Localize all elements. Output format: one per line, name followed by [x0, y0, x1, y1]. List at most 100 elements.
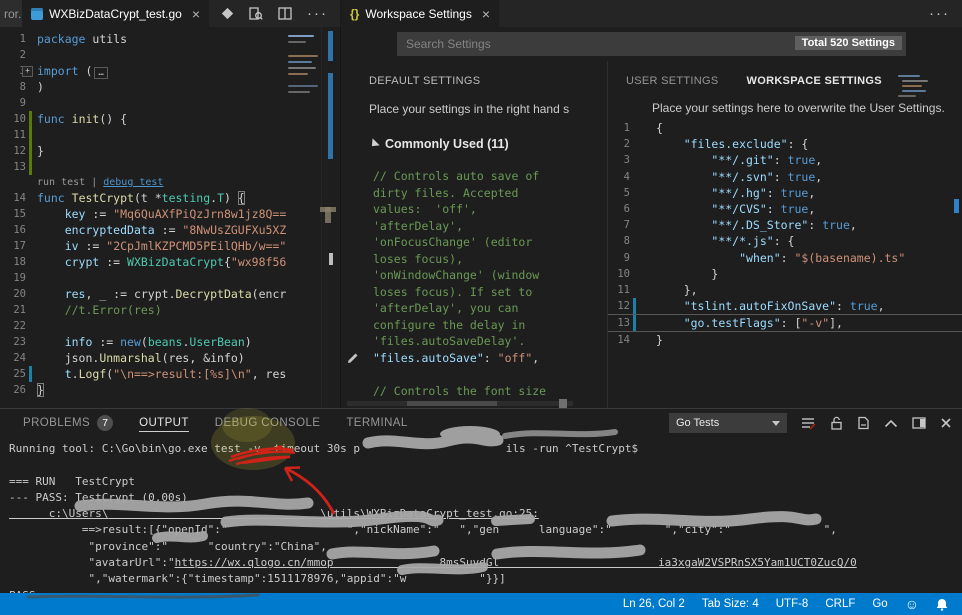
- modified-gutter-indicator: [633, 315, 636, 331]
- setting-line: 'files.autoSaveDelay'.: [369, 333, 607, 350]
- setting-line: loses focus). If set to: [369, 284, 607, 301]
- line-number: 8: [608, 233, 630, 249]
- output-line: c:\Users\ \utils\WXBizDataCrypt_test.go:…: [5, 506, 962, 522]
- commonly-used-section[interactable]: Commonly Used (11): [369, 137, 607, 151]
- diff-icon[interactable]: [221, 7, 234, 20]
- unlock-icon[interactable]: [830, 416, 843, 430]
- line-number: 13: [608, 315, 630, 331]
- json-line: 13 "go.testFlags": ["-v"],: [608, 315, 962, 332]
- line-number: 22: [0, 318, 26, 334]
- close-panel-icon[interactable]: [940, 417, 952, 429]
- line-number: 2: [0, 47, 26, 63]
- clear-output-icon[interactable]: [801, 416, 816, 430]
- fold-icon[interactable]: +: [22, 66, 33, 77]
- editor-tab-strip: ror.go WXBizDataCrypt_test.go ×: [0, 0, 962, 27]
- close-tab-icon[interactable]: ×: [482, 7, 490, 21]
- panel-actions: Go Tests: [669, 413, 952, 433]
- setting-line: // Controls the font size: [369, 383, 607, 400]
- json-line: 6 "**/CVS": true,: [608, 201, 962, 217]
- line-number: 4: [608, 169, 630, 185]
- json-line: 1{: [608, 120, 962, 136]
- output-line: ==>result:[{"openId":" ","nickName":" ",…: [5, 522, 962, 538]
- encoding[interactable]: UTF-8: [776, 598, 809, 610]
- line-number: 5: [608, 185, 630, 201]
- tab-wxbizdatacrypt-test[interactable]: WXBizDataCrypt_test.go ×: [22, 0, 209, 27]
- settings-editor: Total 520 Settings DEFAULT SETTINGS Plac…: [341, 27, 962, 408]
- setting-line: // Controls auto save of: [369, 168, 607, 185]
- line-number: 2: [608, 136, 630, 152]
- output-line: ","watermark":{"timestamp":1511178976,"a…: [5, 571, 962, 587]
- json-line: 12 "tslint.autoFixOnSave": true,: [608, 298, 962, 315]
- line-number: 25: [0, 366, 26, 382]
- tab-user-settings[interactable]: USER SETTINGS: [626, 75, 719, 87]
- language-mode[interactable]: Go: [872, 598, 887, 610]
- output-channel-select[interactable]: Go Tests: [669, 413, 787, 433]
- tab-workspace-settings[interactable]: {} Workspace Settings ×: [341, 0, 499, 27]
- split-editor-icon[interactable]: [278, 7, 292, 20]
- setting-line: [369, 366, 607, 383]
- status-bar-right: Ln 26, Col 2 Tab Size: 4 UTF-8 CRLF Go ☺: [623, 597, 962, 611]
- panel-tab-label: PROBLEMS: [23, 417, 90, 429]
- line-number: 24: [0, 350, 26, 366]
- line-number: 14: [0, 190, 26, 206]
- move-panel-icon[interactable]: [912, 417, 926, 429]
- more-actions-icon[interactable]: ···: [929, 5, 950, 22]
- line-number: 17: [0, 238, 26, 254]
- tab-workspace-settings-scope[interactable]: WORKSPACE SETTINGS: [747, 75, 882, 87]
- modified-gutter-indicator: [29, 159, 32, 175]
- code-line: 10func init() {: [0, 111, 286, 127]
- setting-line: values: 'off',: [369, 201, 607, 218]
- settings-body: DEFAULT SETTINGS Place your settings in …: [341, 61, 962, 408]
- panel-tab-label: TERMINAL: [346, 417, 407, 429]
- settings-count-badge: Total 520 Settings: [795, 36, 902, 50]
- eol-sequence[interactable]: CRLF: [825, 598, 855, 610]
- open-log-file-icon[interactable]: [857, 416, 870, 430]
- tab-size[interactable]: Tab Size: 4: [702, 598, 759, 610]
- line-number: 10: [0, 111, 26, 127]
- cursor-position[interactable]: Ln 26, Col 2: [623, 598, 685, 610]
- feedback-smiley-icon[interactable]: ☺: [905, 597, 919, 611]
- line-number: 6: [608, 201, 630, 217]
- minimap-small[interactable]: [898, 73, 938, 121]
- line-number: [0, 175, 26, 190]
- code-line: 1package utils: [0, 31, 286, 47]
- output-console[interactable]: Running tool: C:\Go\bin\go.exe test -v -…: [0, 439, 962, 594]
- horizontal-scrollbar[interactable]: [347, 401, 573, 406]
- panel-tab-problems[interactable]: PROBLEMS7: [23, 409, 113, 437]
- minimap[interactable]: [286, 29, 322, 406]
- json-line: 8 "**/*.js": {: [608, 233, 962, 249]
- scrollbar-handle-v[interactable]: [325, 207, 331, 223]
- tab-label: ror.go: [4, 7, 22, 21]
- code-line: 15 key := "Mq6QuAXfPiQzJrn8w1jz8Q==": [0, 206, 286, 222]
- default-settings-column: DEFAULT SETTINGS Place your settings in …: [341, 61, 608, 408]
- line-number: 9: [608, 250, 630, 266]
- json-line: 3 "**/.git": true,: [608, 152, 962, 168]
- json-line: 7 "**/.DS_Store": true,: [608, 217, 962, 233]
- line-number: 14: [608, 332, 630, 348]
- close-tab-icon[interactable]: ×: [192, 7, 200, 21]
- code-line: 18 crypt := WXBizDataCrypt{"wx98f566a: [0, 254, 286, 270]
- edit-setting-pencil-icon[interactable]: [347, 351, 360, 369]
- output-line: === RUN TestCrypt: [5, 474, 962, 490]
- line-number: 19: [0, 270, 26, 286]
- line-number: 3: [608, 152, 630, 168]
- code-line: 9: [0, 95, 286, 111]
- setting-line: configure the delay in: [369, 317, 607, 334]
- line-number: 12: [608, 298, 630, 314]
- tab-error-go[interactable]: ror.go: [0, 0, 22, 27]
- maximize-panel-icon[interactable]: [884, 419, 898, 428]
- modified-gutter-indicator: [29, 366, 32, 382]
- scrollbar-right[interactable]: [952, 61, 962, 408]
- code-editor[interactable]: 1package utils23+import (…8)910func init…: [0, 27, 341, 408]
- more-actions-icon[interactable]: ···: [307, 5, 328, 22]
- output-line: "avatarUrl":"https://wx.qlogo.cn/mmop 8m…: [5, 555, 962, 571]
- output-line: [5, 457, 962, 473]
- panel-tab-terminal[interactable]: TERMINAL: [346, 409, 407, 437]
- panel-tab-debug-console[interactable]: DEBUG CONSOLE: [215, 409, 321, 437]
- notifications-bell-icon[interactable]: [936, 598, 948, 611]
- panel-tab-output[interactable]: OUTPUT: [139, 409, 189, 437]
- code-line: 8): [0, 79, 286, 95]
- open-preview-icon[interactable]: [249, 7, 263, 21]
- code-line: 16 encryptedData := "8NwUsZGUFXu5XZyUxZh…: [0, 222, 286, 238]
- setting-line: 'onWindowChange' (window: [369, 267, 607, 284]
